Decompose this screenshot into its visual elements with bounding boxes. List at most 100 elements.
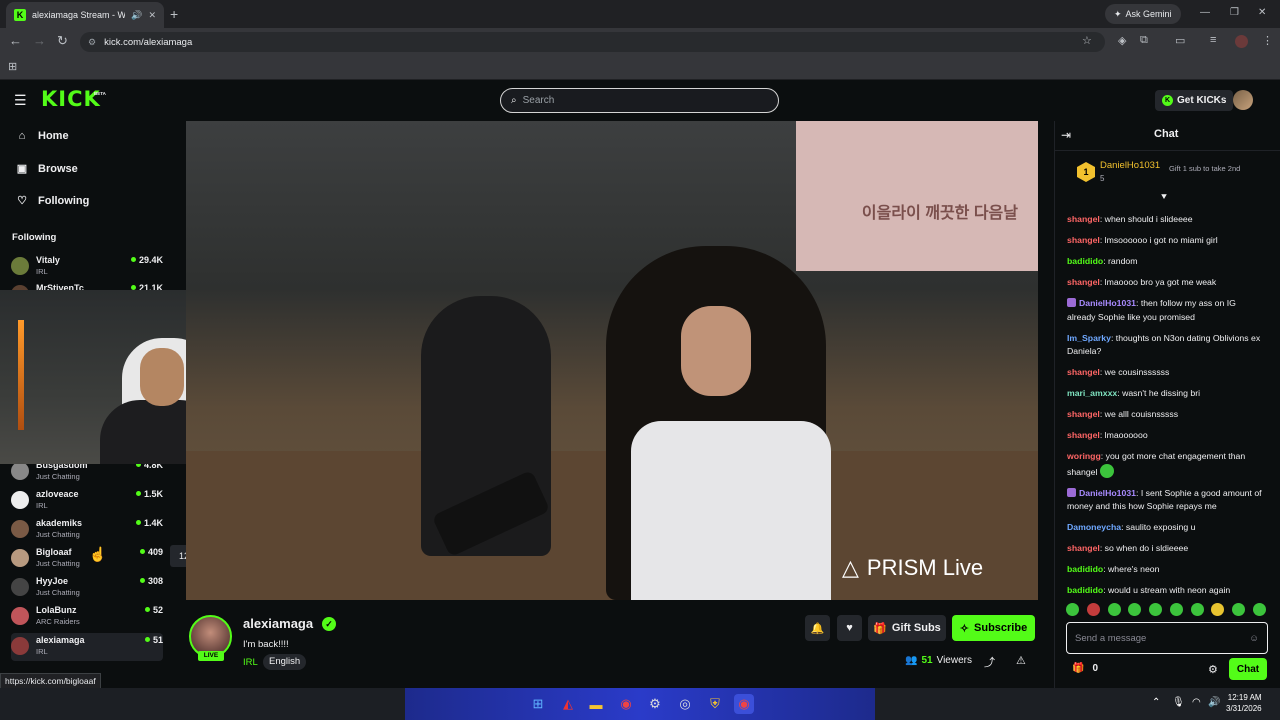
tab-title: alexiamaga Stream - Watch: [32, 10, 126, 20]
chat-message: shangel: lmsoooooo i got no miami girl: [1067, 235, 1218, 245]
media-icon[interactable]: ≡: [1210, 34, 1216, 46]
forward-icon[interactable]: →: [33, 33, 46, 48]
sidebar-item-browse[interactable]: ▣ Browse: [16, 162, 78, 176]
sidebar-channel-vitaly[interactable]: Vitaly IRL 29.4K: [11, 253, 163, 281]
send-chat-button[interactable]: Chat: [1229, 658, 1267, 680]
profile-avatar[interactable]: [1235, 35, 1248, 48]
streamer-name[interactable]: alexiamaga: [243, 616, 313, 631]
sidebar-item-following[interactable]: ♡ Following: [16, 194, 89, 208]
chrome-icon[interactable]: ◉: [616, 694, 636, 714]
browser-tab[interactable]: K alexiamaga Stream - Watch 🔊 ✕: [6, 2, 164, 28]
report-icon[interactable]: ⚠: [1016, 654, 1026, 667]
bell-icon: 🔔: [810, 622, 825, 635]
chat-username[interactable]: badidido: [1067, 564, 1103, 574]
sidebar-channel-lolabunz[interactable]: LolaBunz ARC Raiders 52: [11, 603, 163, 631]
search-input[interactable]: ⌕ Search: [500, 88, 779, 113]
expand-chevron-icon[interactable]: ⯆: [1160, 192, 1168, 203]
emote-icon[interactable]: [1086, 603, 1100, 616]
taskbar-clock[interactable]: 12:19 AM 3/31/2026: [1226, 692, 1262, 714]
chat-username[interactable]: mari_amxxx: [1067, 388, 1117, 398]
chat-username[interactable]: shangel: [1067, 430, 1100, 440]
sidebar-channel-akademiks[interactable]: akademiks Just Chatting 1.4K: [11, 516, 163, 544]
chat-username[interactable]: shangel: [1067, 235, 1100, 245]
chat-settings-icon[interactable]: ⚙: [1208, 663, 1218, 676]
sidebar-channel-alexiamaga[interactable]: alexiamaga IRL 51: [11, 633, 163, 661]
close-tab-icon[interactable]: ✕: [148, 10, 156, 21]
sidebar-channel-azloveace[interactable]: azloveace IRL 1.5K: [11, 487, 163, 515]
chat-username[interactable]: badidido: [1067, 256, 1103, 266]
chrome-active-icon[interactable]: ◉: [734, 694, 754, 714]
chat-username[interactable]: shangel: [1067, 543, 1100, 553]
chat-username[interactable]: DanielHo1031: [1079, 488, 1136, 498]
follow-heart-button[interactable]: ♥: [837, 615, 862, 641]
kicks-balance[interactable]: 🎁 0: [1072, 663, 1098, 674]
chat-username[interactable]: woringg: [1067, 451, 1101, 461]
maximize-icon[interactable]: ❐: [1230, 7, 1239, 18]
top-gifter-card[interactable]: 1 DanielHo1031 5 Gift 1 sub to take 2nd: [1066, 154, 1266, 190]
language-tag[interactable]: English: [263, 654, 307, 670]
chat-username[interactable]: Im_Sparky: [1067, 333, 1111, 343]
chat-text: so when do i sldieeee: [1104, 543, 1189, 553]
hamburger-menu-icon[interactable]: ☰: [14, 92, 27, 109]
kick-logo[interactable]: KICK: [41, 87, 101, 111]
emoji-picker-icon[interactable]: ☺: [1249, 633, 1259, 644]
wifi-icon[interactable]: ◠: [1192, 697, 1201, 708]
back-icon[interactable]: ←: [9, 33, 22, 48]
speaker-icon[interactable]: 🔊: [131, 10, 142, 21]
emote-icon[interactable]: [1232, 603, 1246, 616]
emote-icon[interactable]: [1128, 603, 1142, 616]
new-tab-icon[interactable]: +: [170, 6, 178, 22]
emote-icon[interactable]: [1169, 603, 1183, 616]
bookmark-star-icon[interactable]: ☆: [1082, 34, 1092, 47]
collapse-chat-icon[interactable]: ⇥: [1061, 128, 1071, 142]
obs-icon[interactable]: ◎: [675, 694, 695, 714]
video-player[interactable]: 이을라이 깨끗한 다음날: [186, 121, 1038, 600]
steam-icon[interactable]: ⚙: [645, 694, 665, 714]
chat-username[interactable]: DanielHo1031: [1079, 298, 1136, 308]
emote-icon[interactable]: [1190, 603, 1204, 616]
emote-icon[interactable]: [1149, 603, 1163, 616]
menu-icon[interactable]: ⋮: [1262, 34, 1273, 47]
chat-username[interactable]: shangel: [1067, 409, 1100, 419]
puzzle-icon[interactable]: ⧉: [1140, 34, 1148, 47]
chat-input[interactable]: Send a message ☺: [1066, 622, 1268, 654]
get-kicks-button[interactable]: K Get KICKs: [1155, 90, 1234, 111]
chat-message: mari_amxxx: wasn't he dissing bri: [1067, 388, 1201, 398]
kicks-number: 0: [1092, 663, 1099, 674]
chat-username[interactable]: shangel: [1067, 367, 1100, 377]
chat-username[interactable]: shangel: [1067, 214, 1100, 224]
minimize-icon[interactable]: —: [1200, 7, 1210, 18]
emote-icon[interactable]: [1107, 603, 1121, 616]
chat-username[interactable]: shangel: [1067, 277, 1100, 287]
channel-avatar: [11, 520, 29, 538]
stream-category[interactable]: IRL: [243, 657, 258, 668]
tray-chevron-icon[interactable]: ⌃: [1152, 697, 1160, 708]
emote-icon[interactable]: [1066, 603, 1079, 616]
cast-icon[interactable]: ▭: [1175, 34, 1185, 47]
gift-subs-button[interactable]: 🎁 Gift Subs: [868, 615, 946, 641]
mic-icon[interactable]: 🎙: [1172, 697, 1185, 708]
chat-username[interactable]: Damoneycha: [1067, 522, 1121, 532]
apps-grid-icon[interactable]: ⊞: [8, 60, 17, 73]
extension-icon[interactable]: ◈: [1118, 34, 1126, 47]
app-icon[interactable]: ◭: [558, 694, 578, 714]
url-field[interactable]: ⚙ kick.com/alexiamaga: [80, 32, 1105, 52]
volume-icon[interactable]: 🔊: [1208, 697, 1220, 708]
sidebar-channel-hyyjoe[interactable]: HyyJoe Just Chatting 308: [11, 574, 163, 602]
site-info-icon[interactable]: ⚙: [88, 37, 96, 48]
file-explorer-icon[interactable]: ▬: [586, 694, 606, 714]
emote-icon[interactable]: [1252, 603, 1266, 616]
close-window-icon[interactable]: ✕: [1258, 7, 1266, 18]
reload-icon[interactable]: ↻: [57, 33, 68, 49]
windows-start-icon[interactable]: ⊞: [528, 694, 548, 714]
sidebar-channel-bigloaaf[interactable]: Bigloaaf Just Chatting 409: [11, 545, 163, 573]
notification-bell-button[interactable]: 🔔: [805, 615, 830, 641]
share-icon[interactable]: ⤴: [984, 654, 995, 670]
sidebar-item-home[interactable]: ⌂ Home: [16, 130, 69, 142]
chat-username[interactable]: badidido: [1067, 585, 1103, 595]
ask-gemini-button[interactable]: ✦ Ask Gemini: [1105, 4, 1181, 24]
emote-icon[interactable]: [1211, 603, 1225, 616]
subscribe-button[interactable]: ✧ Subscribe: [952, 615, 1035, 641]
user-avatar[interactable]: [1233, 90, 1253, 110]
security-icon[interactable]: ⛨: [705, 694, 725, 714]
